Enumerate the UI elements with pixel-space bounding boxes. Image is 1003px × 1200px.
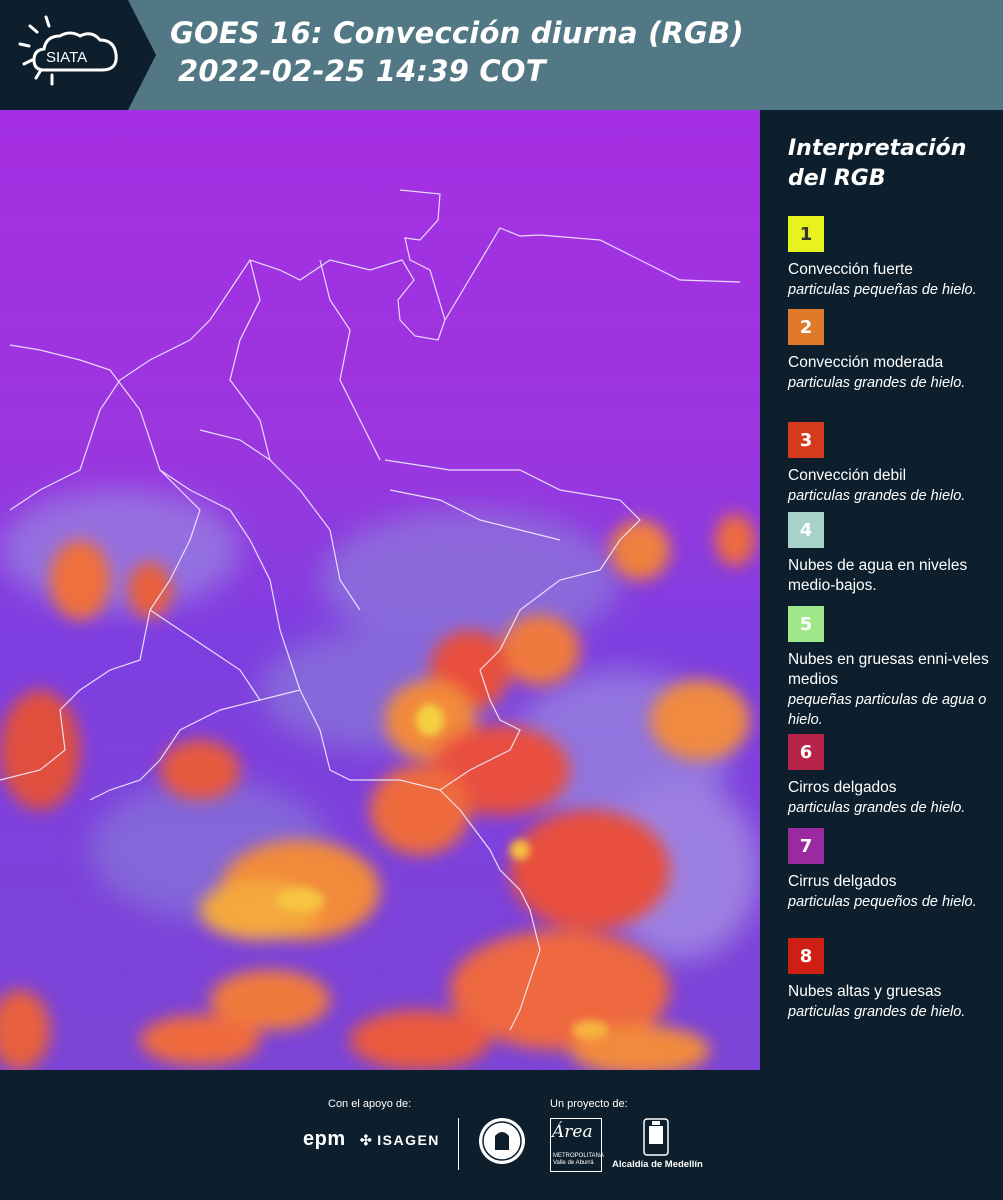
legend-desc-3: Convección debil (788, 467, 907, 484)
satellite-map (0, 110, 760, 1070)
legend-desc-8: Nubes altas y gruesas (788, 983, 942, 1000)
area-sub-2: Valle de Aburrá (553, 1160, 594, 1166)
legend-item-5: 5 Nubes en gruesas enni-veles medios peq… (788, 606, 998, 730)
footer-bar: Con el apoyo de: Un proyecto de: epm ✣ IS… (0, 1070, 1003, 1200)
legend-title: Interpretación del RGB (788, 136, 967, 191)
legend-sub-1: particulas pequeñas de hielo. (788, 282, 977, 298)
footer-divider (458, 1118, 459, 1170)
legend-desc-6: Cirros delgados (788, 779, 897, 796)
logo-text: SIATA (46, 49, 87, 66)
area-sub: METROPOLITANA Valle de Aburrá (553, 1153, 604, 1167)
legend-sub-3: particulas grandes de hielo. (788, 488, 966, 504)
alcaldia-label: Alcaldía de Medellín (612, 1159, 703, 1170)
legend-swatch-6: 6 (788, 734, 824, 770)
legend-sub-8: particulas grandes de hielo. (788, 1004, 966, 1020)
epm-logo: epm (303, 1128, 346, 1150)
header-bar: SIATA GOES 16: Convección diurna (RGB) 2… (0, 0, 1003, 110)
legend-desc-5: Nubes en gruesas enni-veles medios (788, 651, 989, 688)
title-line-2: 2022-02-25 14:39 COT (178, 54, 546, 88)
legend-swatch-1: 1 (788, 216, 824, 252)
legend-item-1: 1 Convección fuerte particulas pequeñas … (788, 216, 998, 300)
alcaldia-crest-icon (643, 1118, 669, 1156)
page-title: GOES 16: Convección diurna (RGB) 2022-02… (170, 14, 744, 90)
area-name: Área (552, 1122, 593, 1142)
legend-desc-7: Cirrus delgados (788, 873, 897, 890)
legend-desc-2: Convección moderada (788, 354, 944, 371)
legend-sub-2: particulas grandes de hielo. (788, 375, 966, 391)
project-label: Un proyecto de: (550, 1098, 628, 1110)
legend-swatch-3: 3 (788, 422, 824, 458)
legend-swatch-4: 4 (788, 512, 824, 548)
legend-sub-6: particulas grandes de hielo. (788, 800, 966, 816)
legend-desc-1: Convección fuerte (788, 261, 913, 278)
legend-panel: Interpretación del RGB 1 Convección fuer… (760, 110, 1003, 1070)
isagen-mark-icon: ✣ (360, 1132, 374, 1148)
legend-item-6: 6 Cirros delgados particulas grandes de … (788, 734, 998, 818)
legend-sub-7: particulas pequeños de hielo. (788, 894, 977, 910)
legend-item-8: 8 Nubes altas y gruesas particulas grand… (788, 938, 998, 1022)
legend-desc-4: Nubes de agua en niveles medio-bajos. (788, 557, 968, 594)
support-label: Con el apoyo de: (328, 1098, 412, 1110)
area-sub-1: METROPOLITANA (553, 1153, 604, 1159)
university-seal-icon (479, 1118, 525, 1164)
title-line-1: GOES 16: Convección diurna (RGB) (170, 16, 744, 50)
legend-item-7: 7 Cirrus delgados particulas pequeños de… (788, 828, 998, 912)
legend-swatch-2: 2 (788, 309, 824, 345)
isagen-logo: ✣ ISAGEN (360, 1132, 440, 1149)
legend-item-2: 2 Convección moderada particulas grandes… (788, 309, 998, 393)
siata-logo: SIATA (0, 0, 156, 110)
legend-swatch-8: 8 (788, 938, 824, 974)
legend-item-3: 3 Convección debil particulas grandes de… (788, 422, 998, 506)
isagen-text: ISAGEN (377, 1132, 440, 1148)
legend-swatch-7: 7 (788, 828, 824, 864)
legend-swatch-5: 5 (788, 606, 824, 642)
legend-sub-5: pequeñas particulas de agua o hielo. (788, 692, 987, 728)
legend-item-4: 4 Nubes de agua en niveles medio-bajos. (788, 512, 998, 596)
